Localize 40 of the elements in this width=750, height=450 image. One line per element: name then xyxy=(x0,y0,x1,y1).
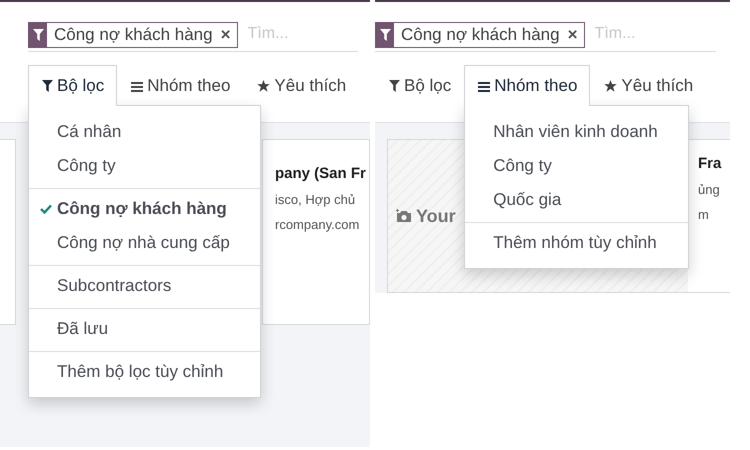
toolbar-tab[interactable]: Nhóm theo xyxy=(464,65,590,106)
card-text: ủng xyxy=(698,181,721,199)
facet-label: Công nợ khách hàng xyxy=(401,25,560,45)
star-icon xyxy=(604,80,618,92)
card-text: m xyxy=(698,206,710,224)
toolbar-tab[interactable]: Bộ lọc xyxy=(28,65,118,106)
toolbar-tab[interactable]: Yêu thích xyxy=(243,65,360,106)
menu-item[interactable]: Thêm bộ lọc tùy chỉnh xyxy=(29,355,260,389)
filter-icon xyxy=(380,29,390,41)
menu-icon xyxy=(131,80,144,92)
toolbar-tab[interactable]: Yêu thích xyxy=(590,65,706,106)
toolbar-tab[interactable]: Bộ lọc xyxy=(375,65,464,106)
menu-item[interactable]: Thêm nhóm tùy chỉnh xyxy=(465,226,688,260)
filter-facet[interactable]: Công nợ khách hàng × xyxy=(28,22,238,48)
card-text: rcompany.com xyxy=(275,216,360,234)
menu-item[interactable]: Nhân viên kinh doanh xyxy=(465,115,688,149)
menu-item[interactable]: Công ty xyxy=(29,149,260,183)
filter-icon xyxy=(389,80,400,92)
menu-item[interactable]: Công nợ nhà cung cấp xyxy=(29,226,260,260)
menu-item[interactable]: Subcontractors xyxy=(29,269,260,303)
toolbar-tab[interactable]: Nhóm theo xyxy=(117,65,244,106)
filter-facet[interactable]: Công nợ khách hàng × xyxy=(375,22,585,48)
menu-item[interactable]: Cá nhân xyxy=(29,115,260,149)
card-title: Fra xyxy=(698,154,722,174)
camera-icon xyxy=(396,209,412,223)
menu-item[interactable]: Đã lưu xyxy=(29,312,260,346)
menu-item[interactable]: Quốc gia xyxy=(465,183,688,217)
menu-item[interactable]: Công nợ khách hàng xyxy=(29,192,260,226)
star-icon xyxy=(257,80,270,92)
facet-label: Công nợ khách hàng xyxy=(54,25,213,45)
card-text: isco, Hợp chủ xyxy=(275,191,356,209)
remove-icon[interactable]: × xyxy=(568,25,578,45)
filter-icon xyxy=(42,80,53,92)
menu-icon xyxy=(478,80,490,92)
check-icon xyxy=(40,204,52,214)
placeholder-label: Your xyxy=(416,206,456,226)
remove-icon[interactable]: × xyxy=(220,25,231,45)
filter-icon xyxy=(32,29,44,41)
card-title: pany (San Fr xyxy=(275,164,367,184)
menu-item[interactable]: Công ty xyxy=(465,149,688,183)
